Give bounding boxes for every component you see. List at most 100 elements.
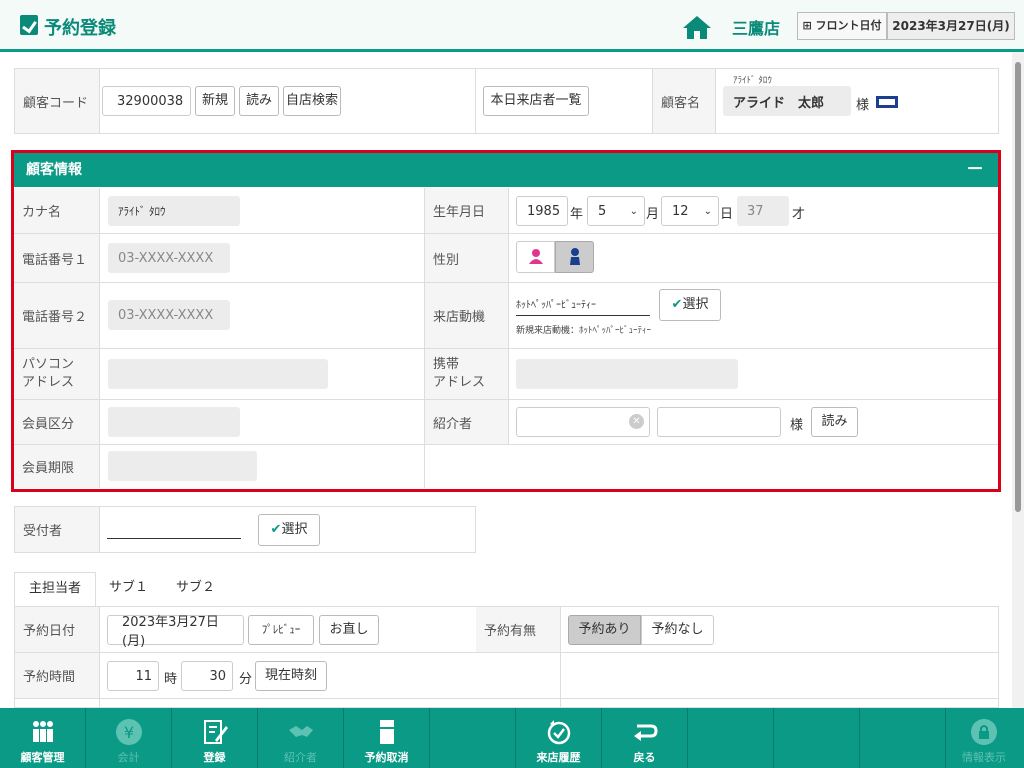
birth-month-select[interactable]: 5 ⌄ xyxy=(587,196,645,226)
new-customer-button[interactable]: 新規 xyxy=(195,86,235,116)
preview-button[interactable]: ﾌﾟﾚﾋﾞｭｰ xyxy=(248,615,314,645)
customer-name-kana: ｱﾗｲﾄﾞ ﾀﾛｳ xyxy=(733,76,772,86)
page-title: 予約登録 xyxy=(44,18,116,39)
motive-select-button[interactable]: ✔選択 xyxy=(659,289,721,321)
birth-label: 生年月日 xyxy=(425,188,508,233)
app-logo-icon xyxy=(20,15,38,35)
footer-label: 戻る xyxy=(633,751,656,764)
reservation-date-input[interactable]: 2023年3月27日 (月) xyxy=(107,615,244,649)
pc-address-label-line2: アドレス xyxy=(22,375,75,390)
motive-select-label: 選択 xyxy=(682,297,709,312)
check-icon: ✔ xyxy=(270,522,282,537)
footer-toolbar: 顧客管理 ¥ 会計 登録 紹介者 予約取消 来店履歴 戻る 情報表示 xyxy=(0,708,1024,768)
clear-icon[interactable]: ✕ xyxy=(629,414,644,429)
current-time-button[interactable]: 現在時刻 xyxy=(255,661,327,691)
read-button[interactable]: 読み xyxy=(239,86,279,116)
referrer-input[interactable]: ✕ xyxy=(516,407,650,437)
footer-label: 紹介者 xyxy=(284,751,317,764)
gender-female-button[interactable] xyxy=(516,241,555,273)
reservation-status-label: 予約有無 xyxy=(476,607,560,652)
minute-input[interactable]: 30 xyxy=(181,661,233,691)
gender-label: 性別 xyxy=(425,234,508,282)
customer-name-honorific: 様 xyxy=(856,98,870,113)
customer-management-button[interactable]: 顧客管理 xyxy=(0,708,86,768)
gender-male-button[interactable] xyxy=(555,241,594,273)
customer-info-header[interactable]: 顧客情報 － xyxy=(14,153,998,187)
male-icon xyxy=(570,248,580,265)
birth-year-input[interactable]: 1985 xyxy=(516,196,568,226)
yen-icon: ¥ xyxy=(116,719,142,745)
receptionist-select-button[interactable]: ✔選択 xyxy=(258,514,320,546)
card-icon[interactable] xyxy=(876,96,898,108)
fix-button[interactable]: お直し xyxy=(319,615,379,645)
reservation-no-button[interactable]: 予約なし xyxy=(641,615,714,645)
birth-day-value: 12 xyxy=(672,203,689,219)
mobile-address-label: 携帯 アドレス xyxy=(425,349,508,399)
footer-label: 会計 xyxy=(117,751,140,764)
footer-label: 予約取消 xyxy=(364,751,409,764)
phone2-field[interactable]: 03-XXXX-XXXX xyxy=(108,300,230,330)
return-icon xyxy=(634,724,658,741)
reservation-yes-button[interactable]: 予約あり xyxy=(568,615,641,645)
cancel-icon xyxy=(380,720,394,744)
store-search-button[interactable]: 自店検索 xyxy=(283,86,341,116)
referrer-button[interactable]: 紹介者 xyxy=(258,708,344,768)
referrer-honorific: 様 xyxy=(790,418,804,433)
phone1-field[interactable]: 03-XXXX-XXXX xyxy=(108,243,230,273)
tab-sub2[interactable]: サブ２ xyxy=(162,572,229,606)
front-date-value: 2023年3月27日(月) xyxy=(887,12,1015,40)
referrer-label: 紹介者 xyxy=(425,400,508,444)
birth-day-select[interactable]: 12 ⌄ xyxy=(661,196,719,226)
handshake-icon xyxy=(289,726,313,737)
mobile-label-line1: 携帯 xyxy=(433,357,460,372)
front-date-button[interactable]: ⊞ フロント日付 xyxy=(797,12,887,40)
chevron-down-icon: ⌄ xyxy=(629,205,638,217)
motive-note: 新規来店動機：ﾎｯﾄﾍﾟｯﾊﾟｰﾋﾞｭｰﾃｨｰ xyxy=(516,326,652,336)
day-unit: 日 xyxy=(720,207,734,222)
empty-slot xyxy=(774,708,860,768)
customer-code-input[interactable]: 32900038 xyxy=(102,86,191,116)
scrollbar[interactable] xyxy=(1012,52,1024,708)
motive-field: ﾎｯﾄﾍﾟｯﾊﾟｰﾋﾞｭｰﾃｨｰ xyxy=(516,296,650,316)
empty-slot xyxy=(688,708,774,768)
empty-slot xyxy=(860,708,946,768)
svg-text:¥: ¥ xyxy=(124,723,134,742)
register-button[interactable]: 登録 xyxy=(172,708,258,768)
collapse-icon[interactable]: － xyxy=(966,153,984,187)
empty-slot xyxy=(430,708,516,768)
pc-address-field[interactable] xyxy=(108,359,328,389)
checkout-button[interactable]: ¥ 会計 xyxy=(86,708,172,768)
receptionist-select-label: 選択 xyxy=(281,522,308,537)
scrollbar-thumb[interactable] xyxy=(1015,62,1021,512)
mobile-address-field[interactable] xyxy=(516,359,738,389)
member-expiry-field[interactable] xyxy=(108,451,257,481)
age-unit: 才 xyxy=(792,207,806,222)
receptionist-label: 受付者 xyxy=(15,507,99,552)
phone2-label: 電話番号２ xyxy=(14,283,99,348)
check-icon: ✔ xyxy=(671,297,683,312)
month-unit: 月 xyxy=(646,207,660,222)
receptionist-field[interactable] xyxy=(107,521,241,539)
history-icon xyxy=(547,720,571,745)
member-type-field[interactable] xyxy=(108,407,240,437)
app-header: 予約登録 三鷹店 ⊞ フロント日付 2023年3月27日(月) xyxy=(0,0,1024,52)
today-visitors-button[interactable]: 本日来店者一覧 xyxy=(483,86,589,116)
visit-history-button[interactable]: 来店履歴 xyxy=(516,708,602,768)
referrer-read-button[interactable]: 読み xyxy=(811,407,858,437)
cancel-reservation-button[interactable]: 予約取消 xyxy=(344,708,430,768)
store-name: 三鷹店 xyxy=(732,19,781,38)
footer-label: 情報表示 xyxy=(962,751,1006,764)
age-field: 37 xyxy=(737,196,789,226)
customer-name-label: 顧客名 xyxy=(653,69,715,133)
tab-main-staff[interactable]: 主担当者 xyxy=(14,572,97,606)
member-expiry-label: 会員期限 xyxy=(14,445,99,488)
member-type-label: 会員区分 xyxy=(14,400,99,444)
hour-input[interactable]: 11 xyxy=(107,661,159,691)
home-icon[interactable] xyxy=(682,14,712,40)
back-button[interactable]: 戻る xyxy=(602,708,688,768)
referrer-name-input[interactable] xyxy=(657,407,781,437)
tab-sub1[interactable]: サブ１ xyxy=(95,572,162,606)
footer-label: 登録 xyxy=(203,751,226,764)
mobile-label-line2: アドレス xyxy=(433,375,486,390)
info-display-button[interactable]: 情報表示 xyxy=(944,708,1024,768)
